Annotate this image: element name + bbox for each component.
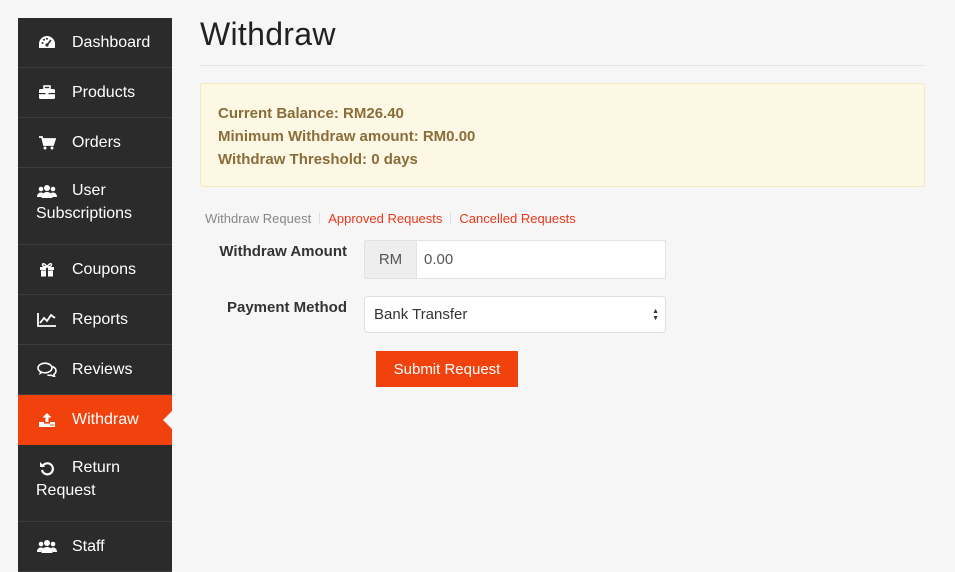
main-content: Withdraw Current Balance: RM26.40 Minimu… bbox=[200, 0, 925, 387]
briefcase-icon bbox=[36, 84, 58, 102]
sidebar-item-withdraw[interactable]: Withdraw bbox=[18, 395, 173, 445]
sidebar-item-label: Products bbox=[72, 83, 136, 101]
payment-method-value: Bank Transfer bbox=[374, 306, 468, 323]
sidebar-item-label: Reviews bbox=[72, 360, 133, 378]
comments-icon bbox=[36, 361, 58, 379]
sidebar-item-label-line2: Request bbox=[36, 482, 96, 499]
sidebar-item-return-request[interactable]: Return Request bbox=[18, 445, 172, 522]
sidebar-item-label: Orders bbox=[72, 133, 121, 151]
sidebar-item-label: Staff bbox=[72, 537, 105, 555]
submit-request-button[interactable]: Submit Request bbox=[376, 351, 518, 387]
cart-icon bbox=[36, 134, 58, 152]
sidebar-item-label: Dashboard bbox=[72, 33, 151, 51]
payment-method-select[interactable]: Bank Transfer ▲ ▼ bbox=[364, 296, 666, 333]
sidebar-item-label: Reports bbox=[72, 310, 129, 328]
gift-icon bbox=[36, 261, 58, 279]
undo-icon bbox=[36, 459, 58, 477]
sidebar-item-label: User bbox=[72, 182, 106, 199]
line-chart-icon bbox=[36, 311, 58, 329]
withdraw-amount-input[interactable]: 0.00 bbox=[416, 240, 666, 279]
payment-method-label: Payment Method bbox=[226, 299, 347, 316]
withdraw-amount-row: Withdraw Amount RM 0.00 bbox=[200, 240, 666, 279]
sidebar-item-coupons[interactable]: Coupons bbox=[18, 245, 172, 295]
sidebar-item-label: Coupons bbox=[72, 260, 137, 278]
page-title: Withdraw bbox=[200, 16, 925, 66]
balance-alert: Current Balance: RM26.40 Minimum Withdra… bbox=[200, 83, 925, 187]
sidebar-item-staff[interactable]: Staff bbox=[18, 522, 172, 572]
sidebar-item-products[interactable]: Products bbox=[18, 68, 172, 118]
tab-divider bbox=[319, 213, 321, 224]
current-balance: Current Balance: RM26.40 bbox=[218, 105, 404, 122]
dashboard-icon bbox=[36, 34, 58, 52]
tab-cancelled-requests[interactable]: Cancelled Requests bbox=[459, 211, 575, 226]
tab-withdraw-request[interactable]: Withdraw Request bbox=[205, 211, 311, 226]
sidebar-item-user-subscriptions[interactable]: User Subscriptions bbox=[18, 168, 172, 245]
select-arrows-icon: ▲ ▼ bbox=[652, 307, 659, 322]
sidebar-item-label: Return bbox=[72, 459, 121, 476]
sidebar: Dashboard Products Orders User Subscript… bbox=[18, 18, 173, 572]
withdraw-subnav: Withdraw Request Approved Requests Cance… bbox=[205, 211, 925, 226]
payment-method-row: Payment Method Bank Transfer ▲ ▼ bbox=[200, 296, 666, 333]
upload-icon bbox=[36, 411, 58, 429]
minimum-withdraw: Minimum Withdraw amount: RM0.00 bbox=[218, 128, 476, 145]
withdraw-amount-group: RM 0.00 bbox=[364, 240, 666, 279]
tab-divider bbox=[450, 213, 452, 224]
withdraw-amount-label: Withdraw Amount bbox=[219, 243, 347, 260]
users-icon bbox=[36, 538, 58, 556]
currency-addon: RM bbox=[364, 240, 416, 279]
sidebar-item-reports[interactable]: Reports bbox=[18, 295, 172, 345]
sidebar-item-reviews[interactable]: Reviews bbox=[18, 345, 172, 395]
sidebar-item-label-line2: Subscriptions bbox=[36, 205, 133, 222]
users-icon bbox=[36, 182, 58, 200]
withdraw-threshold: Withdraw Threshold: 0 days bbox=[218, 151, 418, 168]
sidebar-item-label: Withdraw bbox=[72, 410, 139, 428]
tab-approved-requests[interactable]: Approved Requests bbox=[328, 211, 442, 226]
sidebar-item-orders[interactable]: Orders bbox=[18, 118, 172, 168]
sidebar-item-dashboard[interactable]: Dashboard bbox=[18, 18, 172, 68]
